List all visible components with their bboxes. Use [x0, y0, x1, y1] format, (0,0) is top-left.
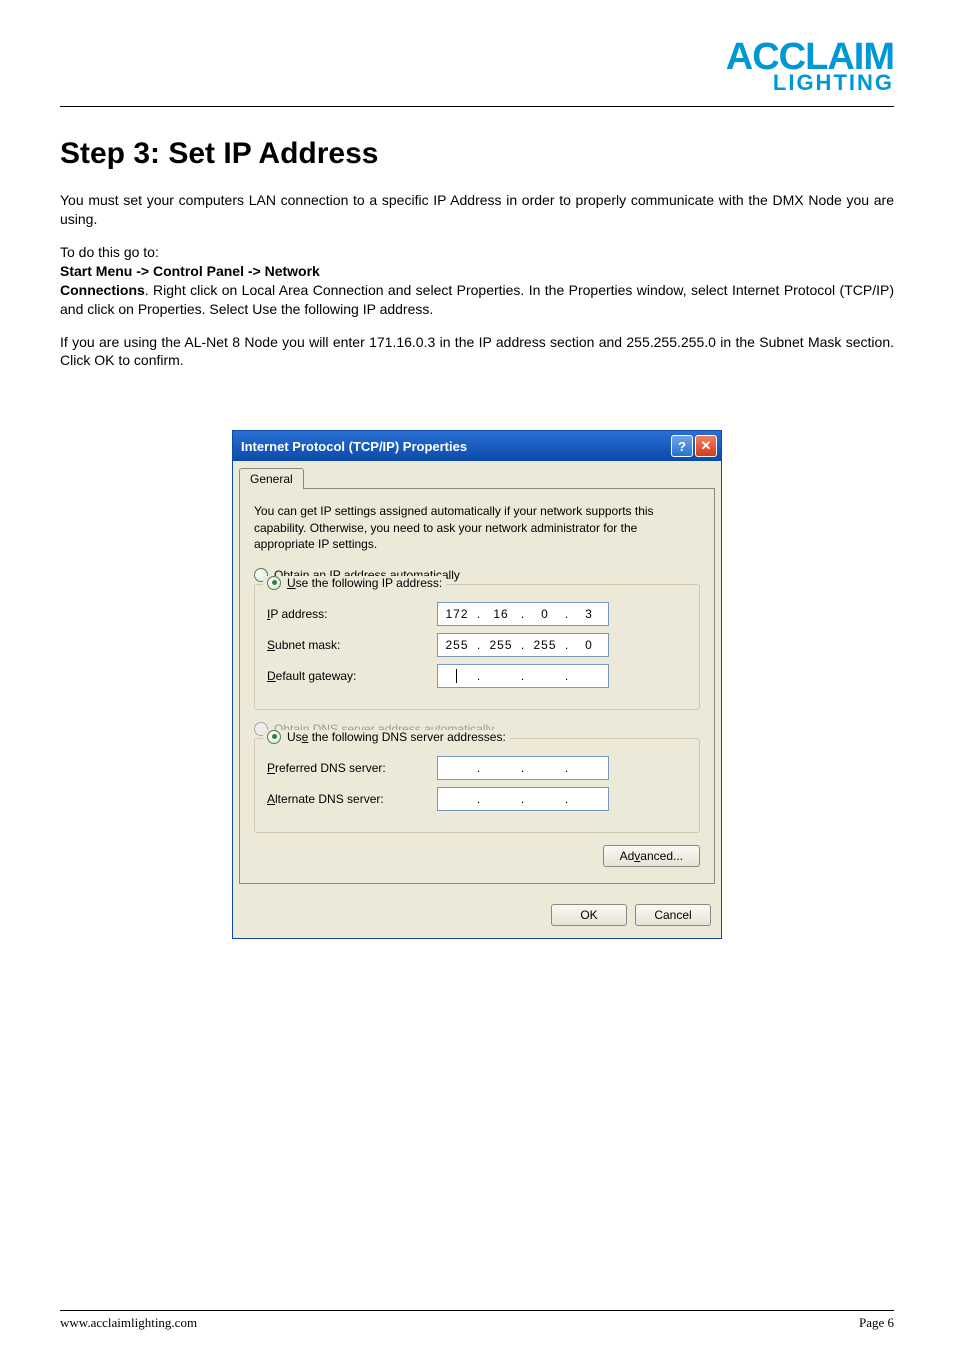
dot-icon: . — [564, 792, 570, 806]
radio-use-dns-label: Use the following DNS server addresses: — [287, 730, 506, 744]
footer-url: www.acclaimlighting.com — [60, 1315, 197, 1331]
subnet-octet-2: 255 — [484, 638, 518, 652]
instructions-intro: To do this go to: — [60, 244, 159, 260]
dot-icon: . — [476, 638, 482, 652]
default-gateway-input[interactable]: . . . — [437, 664, 609, 688]
dot-icon: . — [564, 761, 570, 775]
ip-octet-1: 172 — [440, 607, 474, 621]
page-title: Step 3: Set IP Address — [60, 137, 894, 171]
dot-icon: . — [520, 638, 526, 652]
dot-icon: . — [520, 607, 526, 621]
dot-icon: . — [476, 761, 482, 775]
dialog-title: Internet Protocol (TCP/IP) Properties — [241, 439, 467, 454]
dot-icon: . — [564, 669, 570, 683]
connections-bold: Connections — [60, 282, 145, 298]
tcpip-properties-dialog: Internet Protocol (TCP/IP) Properties ? … — [232, 430, 722, 939]
dialog-description: You can get IP settings assigned automat… — [254, 503, 700, 552]
ip-octet-3: 0 — [528, 607, 562, 621]
tab-general[interactable]: General — [239, 468, 304, 489]
header-divider — [60, 106, 894, 107]
ip-octet-4: 3 — [572, 607, 606, 621]
close-icon: ✕ — [701, 438, 712, 454]
ok-button[interactable]: OK — [551, 904, 627, 926]
footer-page: Page 6 — [859, 1315, 894, 1331]
default-gateway-label: Default gateway: — [267, 669, 437, 683]
close-button[interactable]: ✕ — [695, 435, 717, 457]
instructions-rest: . Right click on Local Area Connection a… — [60, 282, 894, 317]
ip-address-group: Use the following IP address: IP address… — [254, 584, 700, 710]
preferred-dns-label: Preferred DNS server: — [267, 761, 437, 775]
intro-paragraph: You must set your computers LAN connecti… — [60, 191, 894, 229]
help-button[interactable]: ? — [671, 435, 693, 457]
tab-panel-general: You can get IP settings assigned automat… — [239, 488, 715, 884]
radio-selected-icon[interactable] — [267, 730, 281, 744]
dot-icon: . — [476, 792, 482, 806]
logo-line1: ACCLAIM — [60, 40, 894, 74]
dns-server-group: Use the following DNS server addresses: … — [254, 738, 700, 833]
subnet-mask-label: Subnet mask: — [267, 638, 437, 652]
instructions-paragraph: To do this go to: Start Menu -> Control … — [60, 243, 894, 319]
menu-path: Start Menu -> Control Panel -> Network — [60, 263, 320, 279]
gateway-octet-1 — [440, 668, 474, 683]
advanced-button[interactable]: Advanced... — [603, 845, 700, 867]
text-cursor-icon — [456, 669, 457, 683]
alternate-dns-input[interactable]: . . . — [437, 787, 609, 811]
dot-icon: . — [520, 761, 526, 775]
subnet-octet-4: 0 — [572, 638, 606, 652]
ip-octet-2: 16 — [484, 607, 518, 621]
ip-address-input[interactable]: 172. 16. 0. 3 — [437, 602, 609, 626]
dot-icon: . — [564, 638, 570, 652]
dot-icon: . — [564, 607, 570, 621]
subnet-octet-3: 255 — [528, 638, 562, 652]
dot-icon: . — [476, 669, 482, 683]
question-icon: ? — [678, 439, 686, 454]
brand-logo: ACCLAIM LIGHTING — [60, 40, 894, 96]
subnet-octet-1: 255 — [440, 638, 474, 652]
radio-selected-icon[interactable] — [267, 576, 281, 590]
subnet-mask-input[interactable]: 255. 255. 255. 0 — [437, 633, 609, 657]
footer-divider — [60, 1310, 894, 1311]
dot-icon: . — [476, 607, 482, 621]
radio-use-ip-label: Use the following IP address: — [287, 576, 442, 590]
cancel-button[interactable]: Cancel — [635, 904, 711, 926]
dot-icon: . — [520, 792, 526, 806]
dialog-titlebar[interactable]: Internet Protocol (TCP/IP) Properties ? … — [233, 431, 721, 461]
ip-address-label: IP address: — [267, 607, 437, 621]
preferred-dns-input[interactable]: . . . — [437, 756, 609, 780]
page-footer: www.acclaimlighting.com Page 6 — [60, 1302, 894, 1331]
note-paragraph: If you are using the AL-Net 8 Node you w… — [60, 333, 894, 371]
alternate-dns-label: Alternate DNS server: — [267, 792, 437, 806]
dot-icon: . — [520, 669, 526, 683]
